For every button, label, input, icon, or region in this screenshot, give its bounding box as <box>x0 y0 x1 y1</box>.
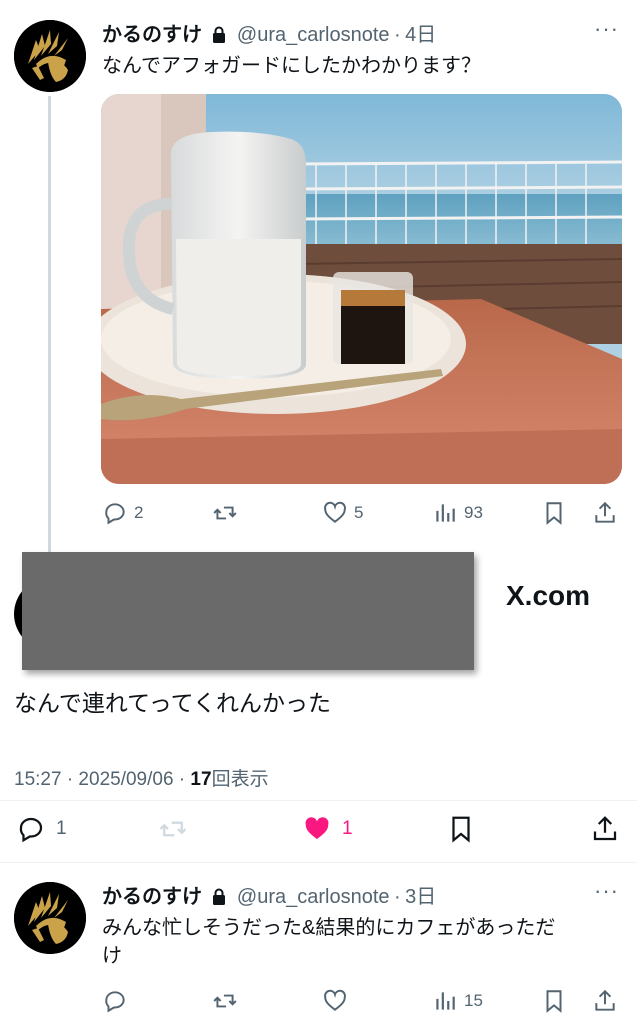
heart-filled-icon <box>305 817 329 839</box>
more-icon[interactable]: ··· <box>594 16 619 42</box>
reply-count: 1 <box>56 818 67 839</box>
like-button[interactable]: 1 <box>302 814 353 844</box>
avatar-chief-logo <box>14 882 86 954</box>
reply-button[interactable]: 2 <box>102 500 143 526</box>
source-watermark: X.com <box>506 580 591 611</box>
avatar[interactable] <box>14 20 86 92</box>
lock-icon <box>212 888 226 910</box>
retweet-icon <box>213 506 237 520</box>
reply-icon <box>105 503 125 525</box>
bookmark-button[interactable] <box>541 500 567 526</box>
divider <box>0 862 637 863</box>
bar-chart-icon <box>436 504 455 522</box>
share-icon <box>595 989 615 1011</box>
redaction-box <box>22 552 474 670</box>
tweet-text-line: け <box>102 945 122 967</box>
bar-chart-icon <box>436 992 455 1010</box>
reply-icon <box>19 817 43 843</box>
tweet-header: かるのすけ @ura_carlosnote · 3日 <box>102 880 436 910</box>
dot-separator: · <box>393 886 401 908</box>
reply-icon <box>105 991 125 1013</box>
bookmark-icon <box>546 502 562 525</box>
lock-icon <box>212 26 226 48</box>
affogato-photo <box>101 94 622 484</box>
tweet-text: なんで連れてってくれんかった <box>14 690 331 716</box>
dot-separator: · <box>393 24 401 46</box>
tweet-text: みんな忙しそうだった&結果的にカフェがあっただ け <box>102 914 555 970</box>
timestamp[interactable]: 4日 <box>405 24 436 46</box>
like-button[interactable] <box>322 988 348 1014</box>
divider <box>0 800 637 801</box>
views-button[interactable]: 93 <box>432 500 483 526</box>
view-count: 93 <box>464 503 483 522</box>
handle[interactable]: @ura_carlosnote <box>237 24 390 46</box>
handle[interactable]: @ura_carlosnote <box>237 886 390 908</box>
views-label: 回表示 <box>211 769 269 790</box>
retweet-button[interactable] <box>212 500 238 526</box>
avatar[interactable] <box>14 882 86 954</box>
retweet-button[interactable] <box>158 814 188 844</box>
bookmark-icon <box>546 990 562 1013</box>
heart-icon <box>324 501 346 523</box>
retweet-icon <box>159 821 187 837</box>
thread-line <box>48 96 51 556</box>
timestamp[interactable]: 3日 <box>405 886 436 908</box>
like-count: 1 <box>342 818 353 839</box>
display-name[interactable]: かるのすけ <box>102 886 202 908</box>
share-button[interactable] <box>590 814 620 844</box>
share-icon <box>593 816 617 841</box>
share-button[interactable] <box>592 988 618 1014</box>
bookmark-button[interactable] <box>541 988 567 1014</box>
reply-button[interactable] <box>102 988 128 1014</box>
retweet-button[interactable] <box>212 988 238 1014</box>
tweet-photo[interactable] <box>101 94 622 484</box>
views-button[interactable]: 15 <box>432 988 483 1014</box>
reply-button[interactable]: 1 <box>16 814 67 844</box>
more-icon[interactable]: ··· <box>594 878 619 904</box>
tweet-header: かるのすけ @ura_carlosnote · 4日 <box>102 18 436 48</box>
avatar-chief-logo <box>14 20 86 92</box>
retweet-icon <box>213 994 237 1008</box>
reply-count: 2 <box>134 503 144 522</box>
views-count: 17 <box>190 769 212 790</box>
like-count: 5 <box>354 503 364 522</box>
share-button[interactable] <box>592 500 618 526</box>
like-button[interactable]: 5 <box>322 500 363 526</box>
tweet-text-line: みんな忙しそうだった&結果的にカフェがあっただ <box>102 917 556 939</box>
post-datetime[interactable]: 15:27 · 2025/09/06 · <box>14 769 190 790</box>
view-count: 15 <box>464 991 483 1010</box>
bookmark-icon <box>452 816 470 843</box>
display-name[interactable]: かるのすけ <box>102 24 202 46</box>
heart-icon <box>324 989 346 1011</box>
tweet-meta: 15:27 · 2025/09/06 · 17回表示 <box>14 764 269 791</box>
tweet-text: なんでアフォガードにしたかわかります？ <box>102 55 481 77</box>
share-icon <box>595 501 615 523</box>
bookmark-button[interactable] <box>446 814 476 844</box>
